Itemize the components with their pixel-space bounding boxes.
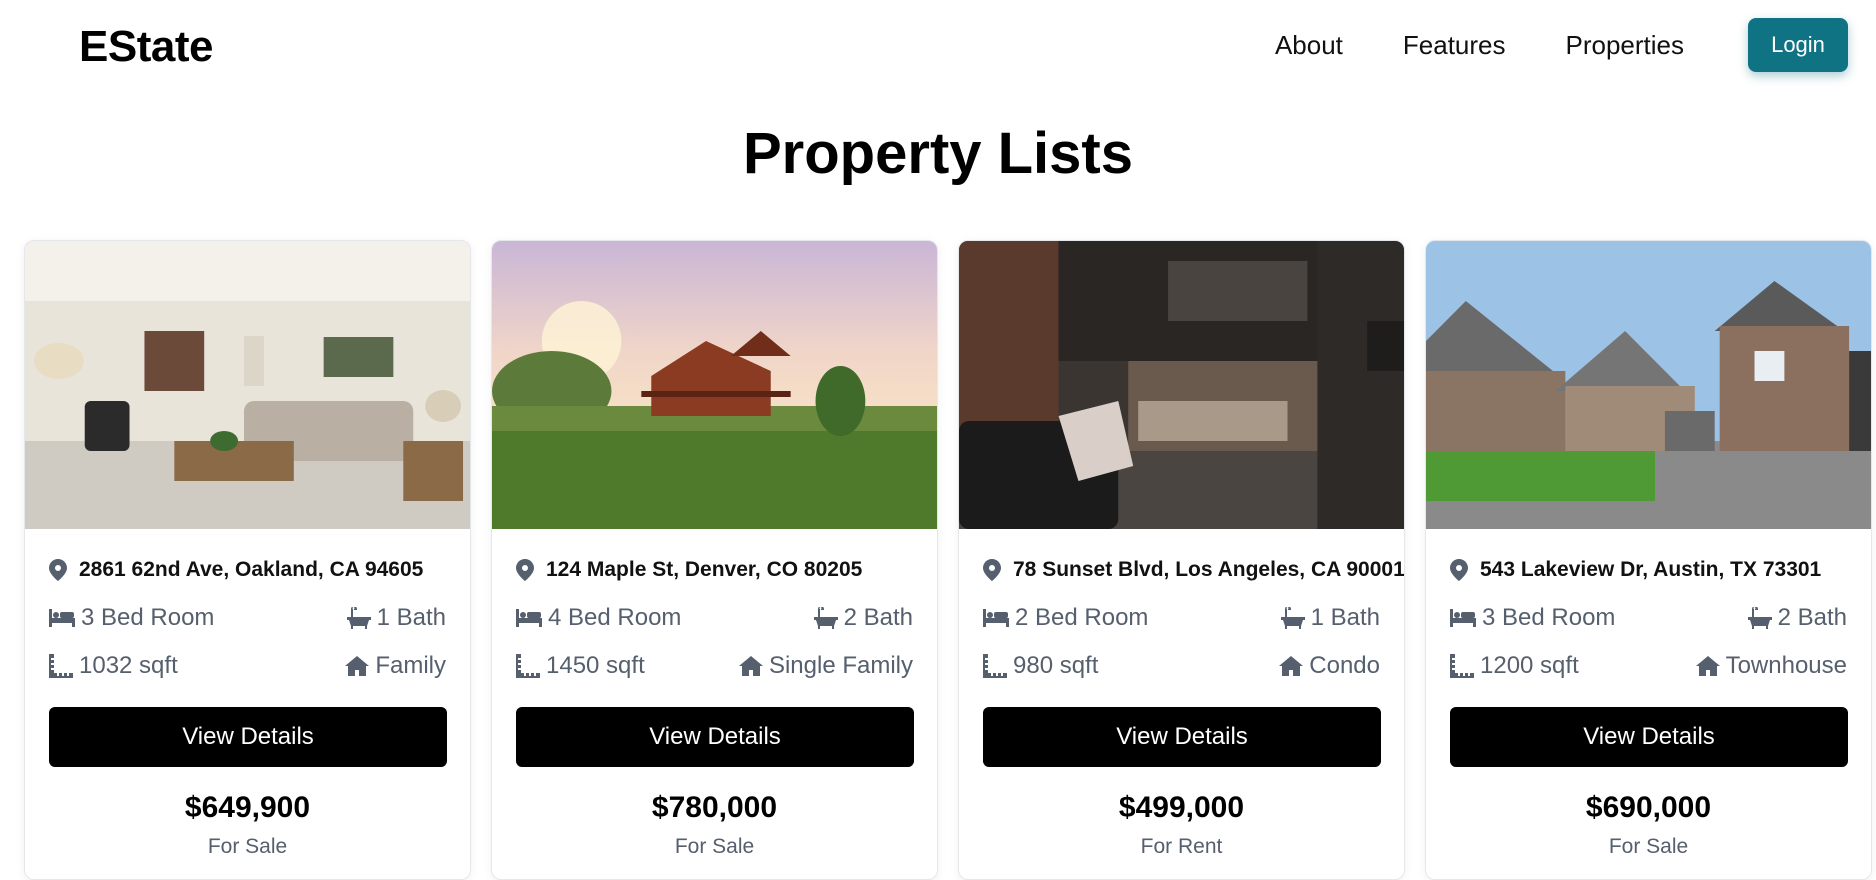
- bath-icon: [346, 607, 371, 629]
- property-type-label: Condo: [1309, 652, 1380, 679]
- bathrooms-label: 2 Bath: [843, 604, 913, 631]
- bedrooms-label: 3 Bed Room: [81, 604, 215, 631]
- bath-icon: [1280, 607, 1305, 629]
- property-card: 2861 62nd Ave, Oakland, CA 94605 3 Bed R…: [24, 240, 471, 880]
- view-details-button[interactable]: View Details: [516, 707, 914, 767]
- bedrooms-label: 4 Bed Room: [548, 604, 682, 631]
- nav-about-link[interactable]: About: [1275, 30, 1343, 61]
- bedrooms-label: 3 Bed Room: [1482, 604, 1616, 631]
- bed-icon: [983, 609, 1009, 627]
- lodge-house-sunset-photo: [492, 241, 937, 529]
- loft-interior-photo: [959, 241, 1404, 529]
- area-label: 1200 sqft: [1480, 652, 1579, 679]
- bathrooms-label: 2 Bath: [1777, 604, 1847, 631]
- property-address: 543 Lakeview Dr, Austin, TX 73301: [1480, 558, 1822, 581]
- brand-logo[interactable]: EState: [79, 22, 213, 72]
- bath-icon: [813, 607, 838, 629]
- location-pin-icon: [49, 559, 67, 581]
- property-card: 124 Maple St, Denver, CO 80205 4 Bed Roo…: [491, 240, 938, 880]
- property-price: $690,000: [1585, 791, 1712, 824]
- home-icon: [345, 656, 370, 676]
- bed-icon: [49, 609, 75, 627]
- view-details-button[interactable]: View Details: [49, 707, 447, 767]
- bed-icon: [516, 609, 542, 627]
- listing-status: For Sale: [207, 835, 288, 858]
- townhouse-street-photo: [1426, 241, 1871, 529]
- ruler-icon: [516, 654, 540, 678]
- navbar: EState About Features Properties Login: [0, 0, 1876, 96]
- property-address: 2861 62nd Ave, Oakland, CA 94605: [79, 558, 424, 581]
- property-type-label: Townhouse: [1725, 652, 1847, 679]
- property-type-label: Single Family: [768, 652, 913, 679]
- location-pin-icon: [983, 559, 1001, 581]
- view-details-button[interactable]: View Details: [1450, 707, 1848, 767]
- property-list: 2861 62nd Ave, Oakland, CA 94605 3 Bed R…: [24, 240, 1872, 880]
- listing-status: For Sale: [1608, 835, 1689, 858]
- location-pin-icon: [516, 559, 534, 581]
- property-card: 543 Lakeview Dr, Austin, TX 73301 3 Bed …: [1425, 240, 1872, 880]
- ruler-icon: [1450, 654, 1474, 678]
- ruler-icon: [983, 654, 1007, 678]
- property-address: 124 Maple St, Denver, CO 80205: [546, 558, 863, 581]
- property-type-label: Family: [375, 652, 446, 679]
- bedrooms-label: 2 Bed Room: [1015, 604, 1149, 631]
- property-price: $649,900: [184, 791, 311, 824]
- area-label: 980 sqft: [1013, 652, 1099, 679]
- property-price: $780,000: [651, 791, 778, 824]
- bathrooms-label: 1 Bath: [1310, 604, 1380, 631]
- bathrooms-label: 1 Bath: [376, 604, 446, 631]
- login-button[interactable]: Login: [1748, 18, 1848, 72]
- home-icon: [1695, 656, 1720, 676]
- property-address: 78 Sunset Blvd, Los Angeles, CA 90001: [1013, 558, 1405, 581]
- area-label: 1032 sqft: [79, 652, 178, 679]
- area-label: 1450 sqft: [546, 652, 645, 679]
- ruler-icon: [49, 654, 73, 678]
- location-pin-icon: [1450, 559, 1468, 581]
- home-icon: [738, 656, 763, 676]
- bed-icon: [1450, 609, 1476, 627]
- nav-features-link[interactable]: Features: [1403, 30, 1506, 61]
- nav-links: About Features Properties: [1275, 30, 1684, 61]
- listing-status: For Sale: [674, 835, 755, 858]
- property-card: 78 Sunset Blvd, Los Angeles, CA 90001 2 …: [958, 240, 1405, 880]
- home-icon: [1279, 656, 1304, 676]
- listing-status: For Rent: [1140, 835, 1223, 858]
- view-details-button[interactable]: View Details: [983, 707, 1381, 767]
- bath-icon: [1747, 607, 1772, 629]
- living-room-photo: [25, 241, 470, 529]
- nav-properties-link[interactable]: Properties: [1566, 30, 1685, 61]
- page-title: Property Lists: [743, 121, 1133, 186]
- property-price: $499,000: [1118, 791, 1245, 824]
